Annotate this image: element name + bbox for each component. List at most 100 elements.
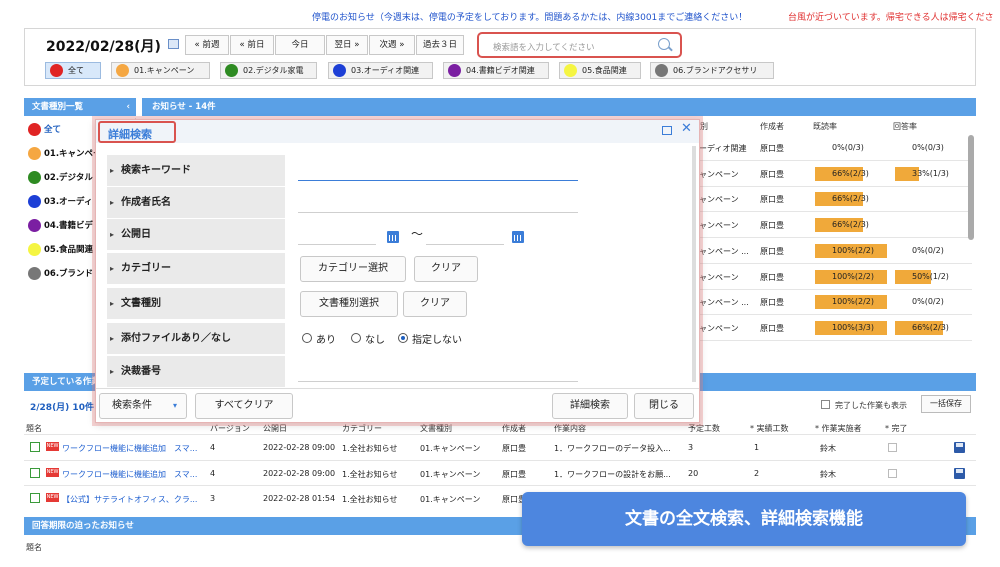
notice-author: 原口豊 [760, 246, 784, 256]
category-dot [28, 219, 41, 232]
category-dot [28, 267, 41, 280]
attachment-no-radio[interactable] [351, 333, 361, 343]
clear-all-button[interactable]: すべてクリア [195, 393, 293, 419]
notice-row[interactable]: ャンペーン 原口豊 100%(2/2) 50%(1/2) [697, 265, 972, 290]
calendar-icon[interactable] [387, 231, 399, 243]
answer-rate-value: 50%(1/2) [912, 271, 949, 281]
category-select-button[interactable]: カテゴリー選択 [300, 256, 406, 282]
tasks-day-link[interactable]: 2/28(月) 10件 [30, 400, 94, 413]
task-actual: 1 [754, 443, 760, 452]
show-done-checkbox[interactable] [821, 400, 830, 409]
category-dot [28, 171, 41, 184]
notice-row[interactable]: ャンペーン 原口豊 66%(2/3) 33%(1/3) [697, 162, 972, 187]
next-week-button[interactable]: 次週 » [369, 35, 415, 55]
dialog-footer: 検索条件 ▾ すべてクリア 詳細検索 閉じる [96, 388, 699, 422]
date-from-input[interactable] [298, 244, 376, 245]
category-books[interactable]: 04.書籍ビデオ関連 [443, 62, 549, 79]
notice-row[interactable]: ャンペーン ... 原口豊 100%(2/2) 0%(0/2) [697, 239, 972, 264]
task-row[interactable]: NEW ワークフロー機能に機能追加 スマ... 4 2022-02-28 09:00 1… [24, 434, 976, 459]
doc-type-clear-button[interactable]: クリア [403, 291, 467, 317]
notice-row[interactable]: ャンペーン ... 原口豊 100%(2/2) 0%(0/2) [697, 290, 972, 316]
calendar-icon[interactable] [168, 39, 179, 49]
doc-type-select-button[interactable]: 文書種別選択 [300, 291, 398, 317]
notices-scrollbar[interactable] [968, 135, 974, 240]
collapse-icon[interactable]: ‹ [126, 98, 130, 116]
category-clear-button[interactable]: クリア [414, 256, 478, 282]
label-author-name: 作成者氏名 [107, 187, 285, 218]
category-dot [28, 195, 41, 208]
notice-row[interactable]: ャンペーン 原口豊 66%(2/3) [697, 213, 972, 239]
today-button[interactable]: 今日 [275, 35, 325, 55]
task-author: 原口豊 [502, 469, 526, 479]
task-title[interactable]: ワークフロー機能に機能追加 スマ... [62, 469, 197, 480]
col-category: カテゴリー [342, 424, 382, 433]
date-range-tilde: ～ [411, 227, 424, 241]
dialog-scrollbar[interactable] [692, 146, 696, 382]
save-icon[interactable] [954, 442, 965, 453]
chevron-down-icon: ▾ [172, 401, 177, 410]
category-digital[interactable]: 02.デジタル家電 [220, 62, 317, 79]
advanced-search-button[interactable]: 詳細検索 [552, 393, 628, 419]
done-checkbox[interactable] [888, 468, 897, 478]
col-work: 作業内容 [554, 424, 586, 433]
doc-type-item[interactable]: 04.書籍ビデ [28, 218, 93, 236]
doc-type-item[interactable]: 02.デジタル [28, 170, 93, 188]
notice-row[interactable]: ャンペーン 原口豊 100%(3/3) 66%(2/3) [697, 316, 972, 341]
col-plan: 予定工数 [688, 424, 720, 433]
calendar-icon[interactable] [512, 231, 524, 243]
category-all[interactable]: 全て [45, 62, 101, 79]
close-dialog-button[interactable]: 閉じる [634, 393, 694, 419]
label-publish-date: 公開日 [107, 219, 285, 250]
task-title[interactable]: 【公式】サテライトオフィス、クラ... [62, 494, 197, 505]
prev-day-button[interactable]: « 前日 [230, 35, 274, 55]
attachment-any-radio[interactable] [398, 333, 408, 343]
category-dot [116, 64, 129, 77]
doc-type-item[interactable]: 05.食品関連 [28, 242, 93, 260]
label-keyword: 検索キーワード [107, 155, 285, 186]
open-external-icon[interactable] [30, 442, 40, 452]
maximize-icon[interactable] [662, 126, 672, 135]
category-dot [28, 147, 41, 160]
label-doc-type: 文書種別 [107, 288, 285, 319]
close-icon[interactable]: ✕ [681, 122, 692, 136]
doc-type-item[interactable]: 01.キャンペー [28, 146, 102, 164]
category-audio[interactable]: 03.オーディオ関連 [328, 62, 433, 79]
date-to-input[interactable] [426, 244, 504, 245]
attachment-yes-radio[interactable] [302, 333, 312, 343]
col-answer-rate: 回答率 [893, 122, 917, 131]
keyword-input[interactable] [298, 180, 578, 181]
save-all-button[interactable]: 一括保存 [921, 395, 971, 413]
new-badge: NEW [46, 493, 59, 502]
col-author: 作成者 [760, 122, 784, 131]
notice-row[interactable]: ーディオ関連 原口豊 0%(0/3) 0%(0/3) [697, 136, 972, 161]
top-toolbar: 2022/02/28(月) « 前週 « 前日 今日 翌日 » 次週 » 過去３… [24, 28, 976, 86]
open-external-icon[interactable] [30, 493, 40, 503]
category-campaign[interactable]: 01.キャンペーン [111, 62, 210, 79]
notice-ticker: 停電のお知らせ（今週末は、停電の予定をしております。問題あるかたは、内線3001… [312, 13, 748, 23]
done-checkbox[interactable] [888, 443, 897, 452]
search-conditions-button[interactable]: 検索条件 ▾ [99, 393, 187, 419]
category-dot [655, 64, 668, 77]
next-day-button[interactable]: 翌日 » [326, 35, 368, 55]
dialog-body: 検索キーワード 作成者氏名 公開日 ～ カテゴリー カテゴリー選択 クリア 文書… [98, 146, 694, 387]
task-row[interactable]: NEW ワークフロー機能に機能追加 スマ... 4 2022-02-28 09:00 1… [24, 459, 976, 485]
doc-type-item[interactable]: 全て [28, 122, 61, 140]
task-title[interactable]: ワークフロー機能に機能追加 スマ... [62, 443, 197, 454]
doc-type-item[interactable]: 03.オーディ [28, 194, 92, 212]
open-external-icon[interactable] [30, 467, 40, 478]
read-rate-value: 100%(3/3) [832, 322, 874, 332]
category-brand[interactable]: 06.ブランドアクセサリ [650, 62, 774, 79]
doc-type-item[interactable]: 06.ブランド [28, 266, 93, 284]
author-name-input[interactable] [298, 212, 578, 213]
search-input[interactable]: 検索語を入力してください [493, 41, 595, 53]
save-icon[interactable] [954, 467, 965, 479]
notice-author: 原口豊 [760, 221, 784, 231]
approval-number-input[interactable] [298, 381, 578, 382]
category-food[interactable]: 05.食品関連 [559, 62, 641, 79]
search-box[interactable]: 検索語を入力してください [477, 32, 682, 58]
prev-week-button[interactable]: « 前週 [185, 35, 229, 55]
past-3-days-button[interactable]: 過去３日 [416, 35, 464, 55]
task-worker: 鈴木 [820, 444, 836, 453]
notice-row[interactable]: ャンペーン 原口豊 66%(2/3) [697, 187, 972, 213]
search-icon[interactable] [658, 38, 670, 50]
